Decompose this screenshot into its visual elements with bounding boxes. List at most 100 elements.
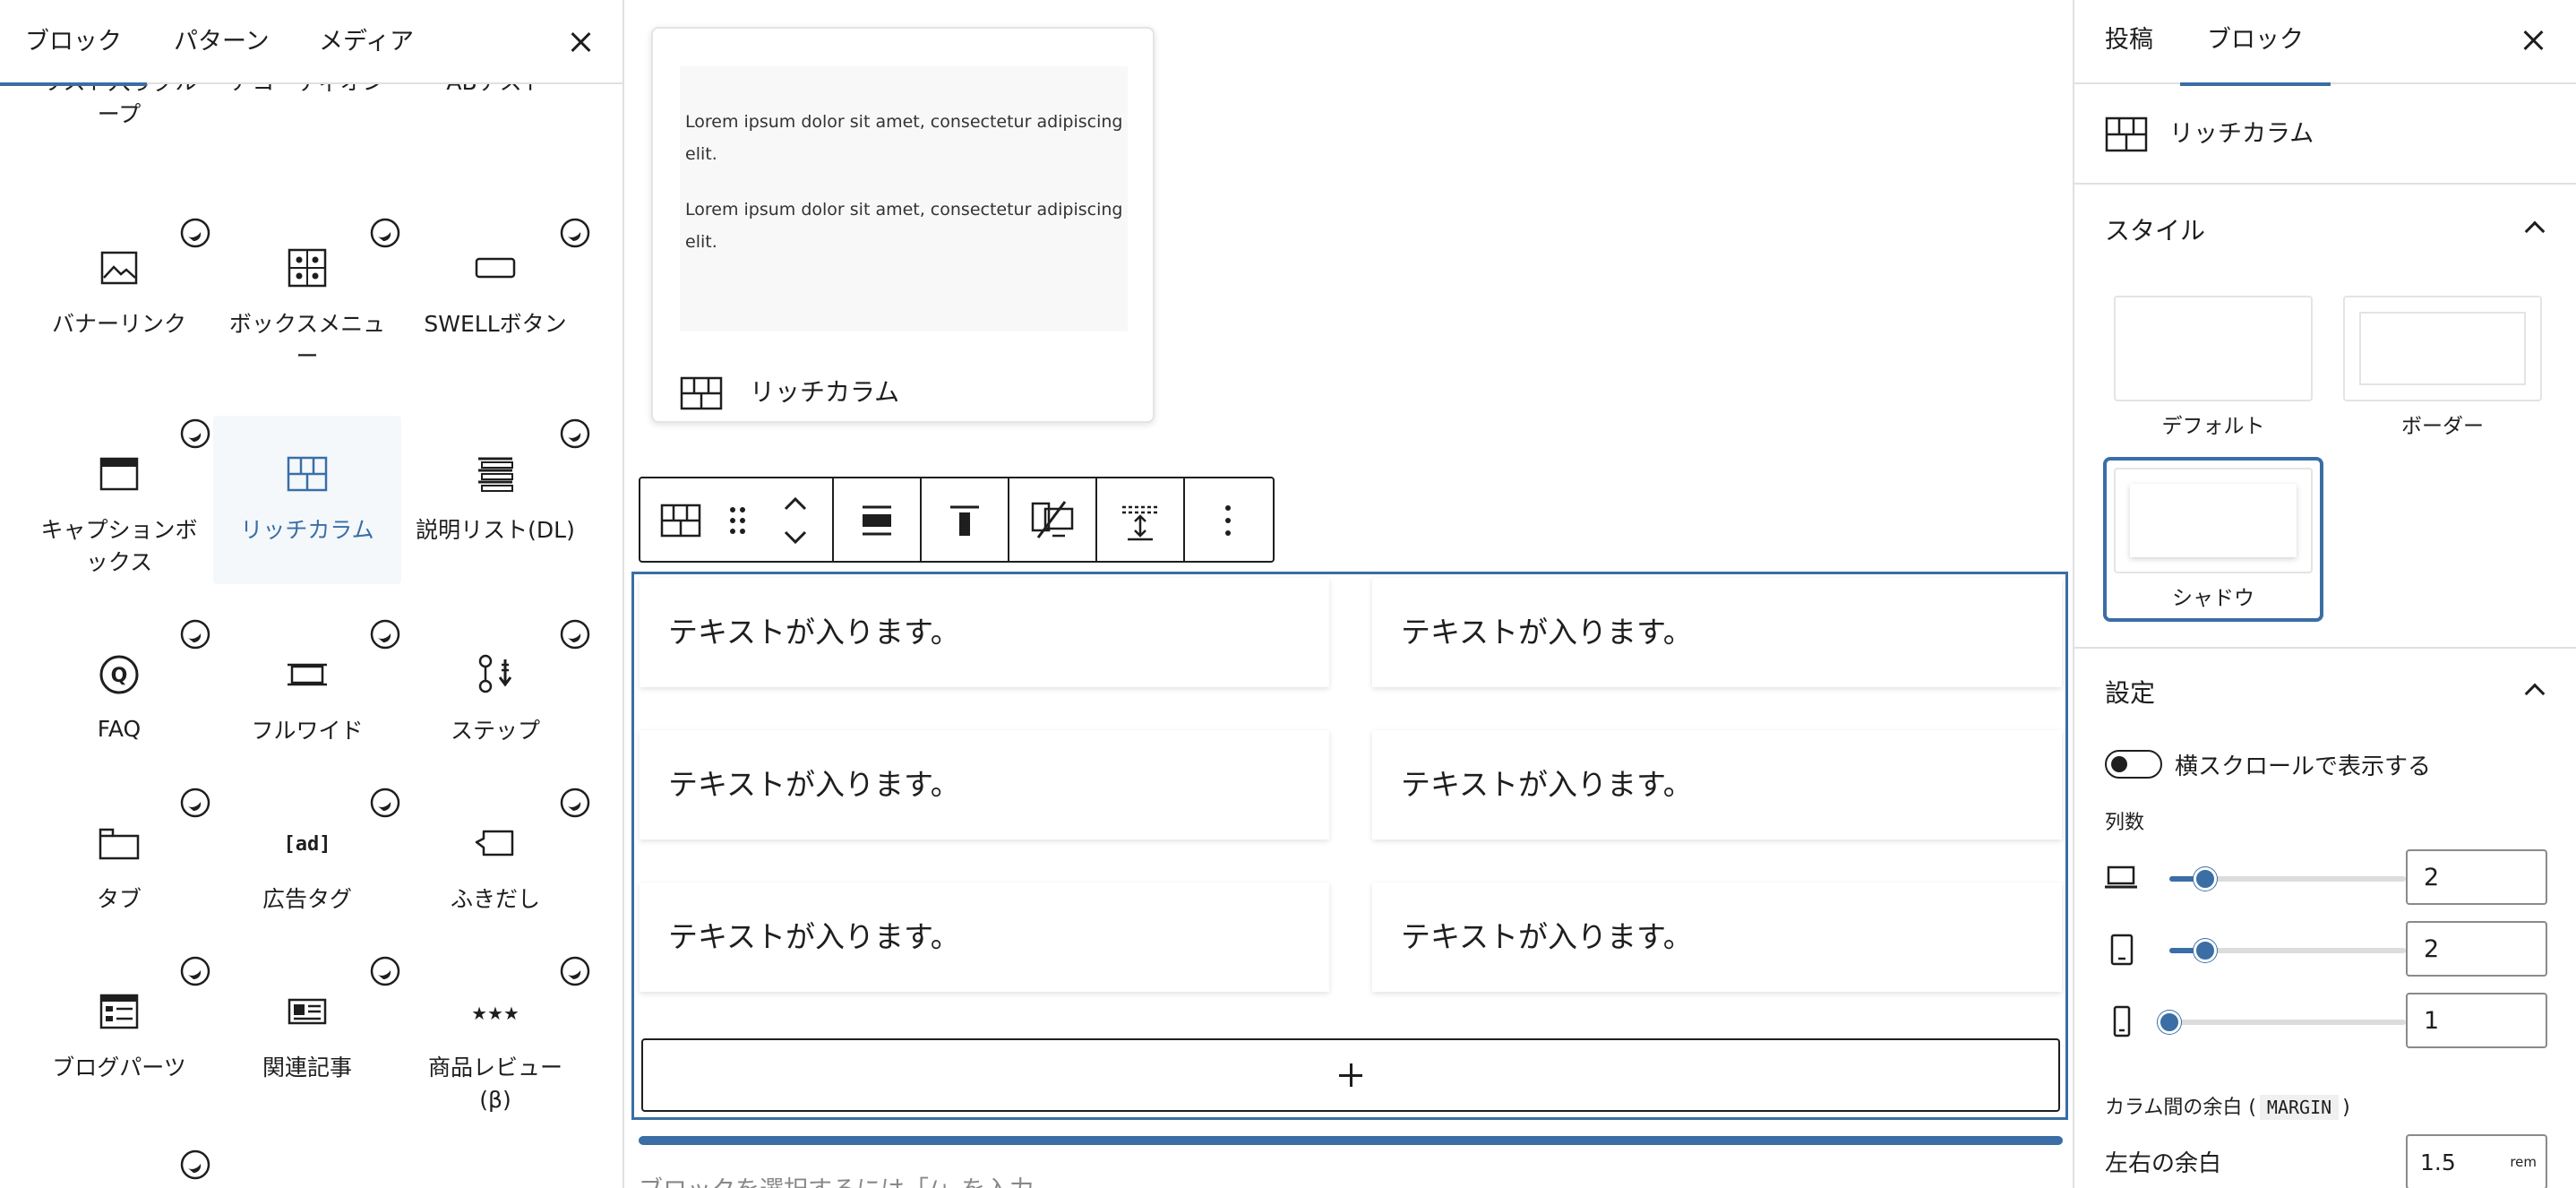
gap-code-chip: MARGIN xyxy=(2259,1095,2340,1120)
horizontal-margin-input[interactable] xyxy=(2408,1136,2506,1188)
slider-handle[interactable] xyxy=(2194,867,2217,891)
style-preview xyxy=(2114,296,2313,401)
horizontal-scroll-toggle[interactable] xyxy=(2105,750,2162,779)
slider-handle[interactable] xyxy=(2194,939,2217,962)
blog-parts-icon xyxy=(99,994,139,1029)
slider-handle[interactable] xyxy=(2158,1011,2181,1034)
align-wide-icon xyxy=(863,505,891,536)
column-cell[interactable]: テキストが入ります。 xyxy=(640,578,1329,687)
style-preview xyxy=(2343,296,2542,401)
block-card-title: リッチカラム xyxy=(2169,120,2314,148)
tab-post[interactable]: 投稿 xyxy=(2105,0,2153,84)
full-wide-icon xyxy=(288,663,327,686)
swell-badge-icon xyxy=(560,418,590,449)
unit-label: rem xyxy=(2510,1154,2537,1170)
style-option-label: ボーダー xyxy=(2401,415,2484,438)
add-block-button[interactable] xyxy=(641,1038,2060,1112)
column-cell[interactable]: テキストが入ります。 xyxy=(640,730,1329,839)
rich-columns-block[interactable]: テキストが入ります。 テキストが入ります。 テキストが入ります。 テキストが入り… xyxy=(631,572,2068,1120)
tablet-icon xyxy=(2110,934,2134,966)
rich-column-icon xyxy=(680,376,723,410)
swell-badge-icon xyxy=(560,956,590,986)
column-cell[interactable]: テキストが入ります。 xyxy=(1372,578,2062,687)
column-gap-label: カラム間の余白 (MARGIN) xyxy=(2105,1091,2350,1120)
column-text: テキストが入ります。 xyxy=(1401,767,1693,802)
column-cell[interactable]: テキストが入ります。 xyxy=(1372,730,2062,839)
column-cell[interactable]: テキストが入ります。 xyxy=(640,882,1329,992)
block-label: キャプションボ ックス xyxy=(40,517,198,575)
device-hide-icon xyxy=(1031,501,1074,538)
gap-label-prefix: カラム間の余白 ( xyxy=(2105,1097,2256,1119)
toolbar-group-options xyxy=(1185,477,1275,563)
block-label: リッチカラム xyxy=(240,517,374,543)
align-button[interactable] xyxy=(834,478,920,561)
block-label: 商品レビュー (β) xyxy=(427,1055,562,1113)
svg-text:[ad]: [ad] xyxy=(285,833,330,856)
device-visibility-button[interactable] xyxy=(1009,478,1095,561)
settings-panel-toggle[interactable]: 設定 xyxy=(2074,647,2576,740)
vertical-align-button[interactable] xyxy=(922,478,1008,561)
laptop-icon xyxy=(2105,865,2137,889)
sidebar-tabs: 投稿 ブロック xyxy=(2074,0,2576,86)
editor-canvas: Lorem ipsum dolor sit amet, consectetur … xyxy=(626,0,2073,1188)
preview-block-name: リッチカラム xyxy=(750,377,900,407)
description-list-icon xyxy=(478,457,513,492)
align-top-icon xyxy=(950,505,979,536)
banner-link-icon xyxy=(100,251,138,285)
block-item-rich-column[interactable]: リッチカラム xyxy=(213,416,401,584)
close-inserter-icon[interactable] xyxy=(562,24,598,60)
toolbar-group-spacing xyxy=(1097,477,1185,563)
swell-badge-icon xyxy=(370,956,400,986)
columns-tablet-input[interactable] xyxy=(2406,921,2547,977)
step-icon xyxy=(478,654,512,693)
gap-label-suffix: ) xyxy=(2342,1097,2350,1119)
related-post-icon xyxy=(288,998,327,1025)
columns-tablet-row xyxy=(2074,921,2576,978)
drag-handle-icon xyxy=(730,507,745,534)
block-type-button[interactable] xyxy=(640,478,719,561)
svg-text:★★★: ★★★ xyxy=(473,1003,518,1024)
move-up-down-button[interactable] xyxy=(759,478,834,561)
tab-blocks[interactable]: ブロック xyxy=(0,0,147,86)
block-label: タブ xyxy=(96,886,142,912)
rich-column-icon xyxy=(2105,116,2148,152)
column-text: テキストが入ります。 xyxy=(1401,919,1693,954)
box-menu-icon xyxy=(288,248,327,288)
swell-badge-icon xyxy=(180,788,210,818)
tab-block[interactable]: ブロック xyxy=(2180,0,2331,86)
style-panel-toggle[interactable]: スタイル xyxy=(2074,185,2576,278)
swell-badge-icon xyxy=(180,218,210,248)
tab-patterns[interactable]: パターン xyxy=(174,0,270,84)
caption-box-icon xyxy=(99,457,139,491)
svg-text:Q: Q xyxy=(111,665,128,687)
column-cell[interactable]: テキストが入ります。 xyxy=(1372,882,2062,992)
style-preview xyxy=(2114,468,2313,573)
spacing-button[interactable] xyxy=(1097,478,1183,561)
block-card: リッチカラム xyxy=(2074,84,2576,185)
block-separator-line xyxy=(639,1136,2063,1145)
toolbar-group-device xyxy=(1009,477,1097,563)
block-hint-text[interactable]: ブロックを選択するには「/」を入力 xyxy=(639,1170,1034,1188)
more-options-button[interactable] xyxy=(1185,478,1271,561)
more-vertical-icon xyxy=(1225,505,1231,536)
tab-media[interactable]: メディア xyxy=(319,0,414,84)
block-label: SWELLボタン xyxy=(424,311,567,337)
drag-handle[interactable] xyxy=(719,478,759,561)
block-label: バナーリンク xyxy=(51,311,186,337)
columns-laptop-input[interactable] xyxy=(2406,849,2547,905)
swell-badge-icon xyxy=(370,218,400,248)
block-label: ステップ xyxy=(450,718,540,744)
swell-badge-icon xyxy=(560,619,590,650)
columns-mobile-input[interactable] xyxy=(2406,993,2547,1048)
column-text: テキストが入ります。 xyxy=(668,919,960,954)
swell-badge-icon xyxy=(180,619,210,650)
toggle-label: 横スクロールで表示する xyxy=(2175,753,2432,780)
block-label: FAQ xyxy=(97,716,142,742)
rich-column-icon xyxy=(287,456,328,492)
settings-panel-title: 設定 xyxy=(2105,678,2156,708)
preview-paragraph: Lorem ipsum dolor sit amet, consectetur … xyxy=(685,112,1123,164)
column-text: テキストが入ります。 xyxy=(1401,615,1693,650)
block-preview: Lorem ipsum dolor sit amet, consectetur … xyxy=(680,66,1128,331)
close-sidebar-icon[interactable] xyxy=(2515,22,2551,58)
swell-badge-icon xyxy=(370,619,400,650)
